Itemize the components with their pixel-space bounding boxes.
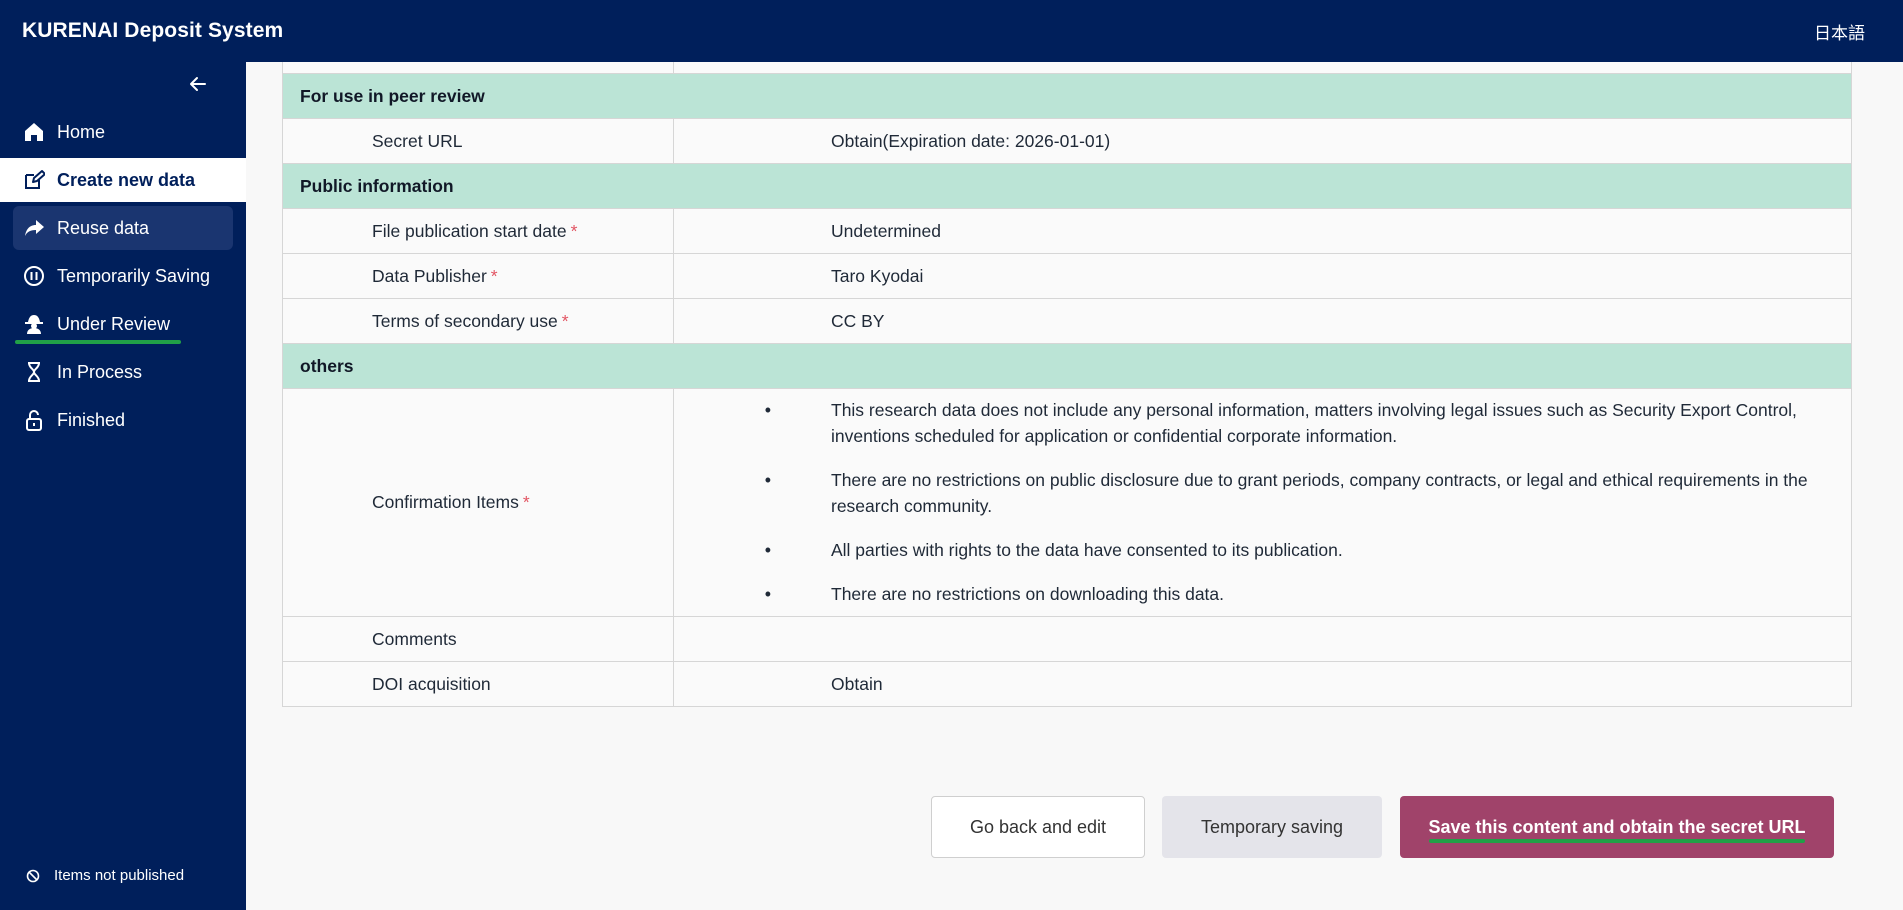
table-row-publication-start-date: File publication start date * Undetermine… <box>283 209 1851 254</box>
value-text: Obtain(Expiration date: 2026-01-01) <box>831 130 1111 151</box>
row-value: CC BY <box>674 299 1851 343</box>
bullet: • <box>764 584 771 604</box>
sidebar-item-create-new-data[interactable]: Create new data <box>0 158 246 202</box>
save-and-obtain-secret-url-button[interactable]: Save this content and obtain the secret … <box>1400 796 1834 858</box>
row-value: Taro Kyodai <box>674 254 1851 298</box>
sidebar-item-finished[interactable]: Finished <box>0 398 246 442</box>
section-header-public-information: Public information <box>283 164 1851 209</box>
required-marker: * <box>561 310 569 331</box>
highlight-underline <box>15 340 181 344</box>
sidebar-nav: Home Create new data Reuse data Temporar… <box>0 110 246 446</box>
section-header-peer-review: For use in peer review <box>283 74 1851 119</box>
edit-icon <box>22 168 46 192</box>
prohibited-icon <box>26 869 40 883</box>
sidebar-item-in-process[interactable]: In Process <box>0 350 246 394</box>
table-row-doi-acquisition: DOI acquisition Obtain <box>283 662 1851 707</box>
row-value: Obtain <box>674 662 1851 706</box>
bullet: • <box>764 400 771 420</box>
sidebar-item-label: Reuse data <box>57 217 150 238</box>
sidebar-item-label: Temporarily Saving <box>57 265 211 286</box>
required-marker: * <box>522 492 530 512</box>
list-item: • This research data does not include an… <box>674 397 1827 449</box>
row-label: Secret URL <box>283 119 674 163</box>
unlock-icon <box>22 408 46 432</box>
list-item: • All parties with rights to the data ha… <box>674 537 1827 563</box>
pause-icon <box>22 264 46 288</box>
label-text: DOI acquisition <box>372 673 491 694</box>
detective-icon <box>22 312 46 336</box>
row-label: Terms of secondary use * <box>283 299 674 343</box>
value-text: Undetermined <box>831 220 941 241</box>
label-text: Terms of secondary use <box>372 310 558 331</box>
app-title: KURENAI Deposit System <box>22 19 284 42</box>
table-row-secret-url: Secret URL Obtain(Expiration date: 2026-… <box>283 119 1851 164</box>
list-item-text: There are no restrictions on downloading… <box>831 584 1225 604</box>
sidebar-item-label: Home <box>57 121 106 142</box>
hourglass-icon <box>22 360 46 384</box>
sidebar-item-label: Under Review <box>57 313 171 334</box>
sidebar-item-home[interactable]: Home <box>0 110 246 154</box>
label-text: Comments <box>372 628 457 649</box>
row-label: Comments <box>283 617 674 661</box>
collapse-sidebar-button[interactable] <box>184 72 212 100</box>
arrow-left-icon <box>189 75 207 98</box>
list-item-text: This research data does not include any … <box>831 400 1797 446</box>
row-label: File publication start date * <box>283 209 674 253</box>
table-row-confirmation-items: Confirmation Items * • This research data… <box>283 389 1851 617</box>
row-value: Undetermined <box>674 209 1851 253</box>
sidebar-item-reuse-data[interactable]: Reuse data <box>13 206 233 250</box>
bullet: • <box>764 540 771 560</box>
table-row-comments: Comments <box>283 617 1851 662</box>
label-text: Data Publisher <box>372 265 487 286</box>
value-text: Taro Kyodai <box>831 265 924 286</box>
row-label: Data Publisher * <box>283 254 674 298</box>
list-item: • There are no restrictions on downloadi… <box>674 581 1827 607</box>
sidebar-item-label: In Process <box>57 361 143 382</box>
language-switch[interactable]: 日本語 <box>1814 19 1865 44</box>
row-label: DOI acquisition <box>283 662 674 706</box>
confirmation-list: • This research data does not include an… <box>674 389 1851 616</box>
sidebar-item-label: Create new data <box>57 169 196 190</box>
top-header: KURENAI Deposit System 日本語 <box>0 0 1903 62</box>
label-text: File publication start date <box>372 220 567 241</box>
sidebar: Home Create new data Reuse data Temporar… <box>0 62 246 910</box>
sidebar-item-label: Finished <box>57 409 126 430</box>
share-arrow-icon <box>22 216 46 240</box>
required-marker: * <box>490 265 498 286</box>
row-value: Obtain(Expiration date: 2026-01-01) <box>674 119 1851 163</box>
confirmation-table: For use in peer review Secret URL Obtain… <box>282 62 1852 707</box>
temporary-saving-button[interactable]: Temporary saving <box>1162 796 1382 858</box>
table-row-data-publisher: Data Publisher * Taro Kyodai <box>283 254 1851 299</box>
main-content: For use in peer review Secret URL Obtain… <box>246 62 1903 910</box>
row-value <box>674 62 1851 73</box>
row-value <box>674 617 1851 661</box>
items-not-published-link[interactable]: Items not published <box>26 867 184 884</box>
save-button-label: Save this content and obtain the secret … <box>1428 816 1806 837</box>
sidebar-item-temporarily-saving[interactable]: Temporarily Saving <box>0 254 246 298</box>
items-not-published-label: Items not published <box>54 867 185 884</box>
list-item-text: All parties with rights to the data have… <box>831 540 1343 560</box>
row-label: Confirmation Items * <box>283 389 674 616</box>
bullet: • <box>764 470 771 490</box>
value-text: CC BY <box>831 310 885 331</box>
label-text: Confirmation Items <box>372 492 519 512</box>
section-header-others: others <box>283 344 1851 389</box>
table-row <box>283 62 1851 74</box>
row-label <box>283 62 674 73</box>
home-icon <box>22 120 46 144</box>
required-marker: * <box>570 220 578 241</box>
list-item: • There are no restrictions on public di… <box>674 467 1827 519</box>
list-item-text: There are no restrictions on public disc… <box>831 470 1808 516</box>
label-text: Secret URL <box>372 130 463 151</box>
sidebar-item-under-review[interactable]: Under Review <box>0 302 246 346</box>
go-back-and-edit-button[interactable]: Go back and edit <box>931 796 1145 858</box>
value-text: Obtain <box>831 673 883 694</box>
table-row-terms-of-secondary-use: Terms of secondary use * CC BY <box>283 299 1851 344</box>
highlight-underline <box>1429 839 1805 843</box>
